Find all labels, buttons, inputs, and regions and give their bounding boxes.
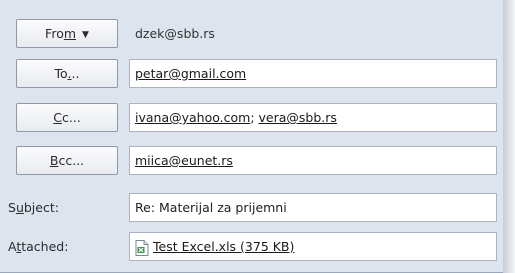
subject-label: Subject: — [8, 193, 59, 222]
subject-label-post: bject: — [23, 200, 59, 215]
cc-recipient[interactable]: ivana@yahoo.com — [135, 110, 250, 125]
excel-file-icon — [135, 238, 149, 256]
attachment-link[interactable]: Test Excel.xls (375 KB) — [153, 239, 294, 254]
cc-button-label-post: c... — [61, 110, 81, 125]
to-button-label-post: .. — [71, 66, 80, 81]
subject-input[interactable]: Re: Materijal za prijemni — [129, 193, 497, 222]
bcc-button[interactable]: Bcc... — [16, 146, 118, 175]
message-header-panel: From ▼ dzek@sbb.rs To... petar@gmail.com … — [0, 0, 505, 273]
from-button-label-accel: m — [63, 26, 77, 41]
to-button-label-pre: To — [54, 66, 68, 81]
cc-button-label-accel: C — [53, 110, 62, 125]
to-button[interactable]: To... — [16, 59, 118, 88]
attached-label: Attached: — [8, 232, 68, 261]
cc-field[interactable]: ivana@yahoo.com; vera@sbb.rs — [129, 103, 497, 132]
chevron-down-icon: ▼ — [82, 30, 89, 40]
attachments-field[interactable]: Test Excel.xls (375 KB) — [129, 232, 497, 261]
scroll-rail — [503, 0, 515, 273]
attached-label-post: tached: — [21, 239, 69, 254]
cc-recipient[interactable]: vera@sbb.rs — [259, 110, 337, 125]
bcc-field[interactable]: miica@eunet.rs — [129, 146, 497, 175]
subject-label-accel: u — [15, 200, 24, 215]
from-button[interactable]: From ▼ — [16, 19, 118, 48]
from-button-label-pre: Fro — [45, 26, 64, 41]
from-value: dzek@sbb.rs — [135, 26, 215, 41]
cc-button[interactable]: Cc... — [16, 103, 118, 132]
bcc-button-label-post: cc... — [58, 153, 85, 168]
to-recipient[interactable]: petar@gmail.com — [135, 66, 246, 81]
bcc-recipient[interactable]: miica@eunet.rs — [135, 153, 233, 168]
subject-label-pre: S — [8, 200, 16, 215]
to-field[interactable]: petar@gmail.com — [129, 59, 497, 88]
cc-separator: ; — [250, 110, 259, 125]
